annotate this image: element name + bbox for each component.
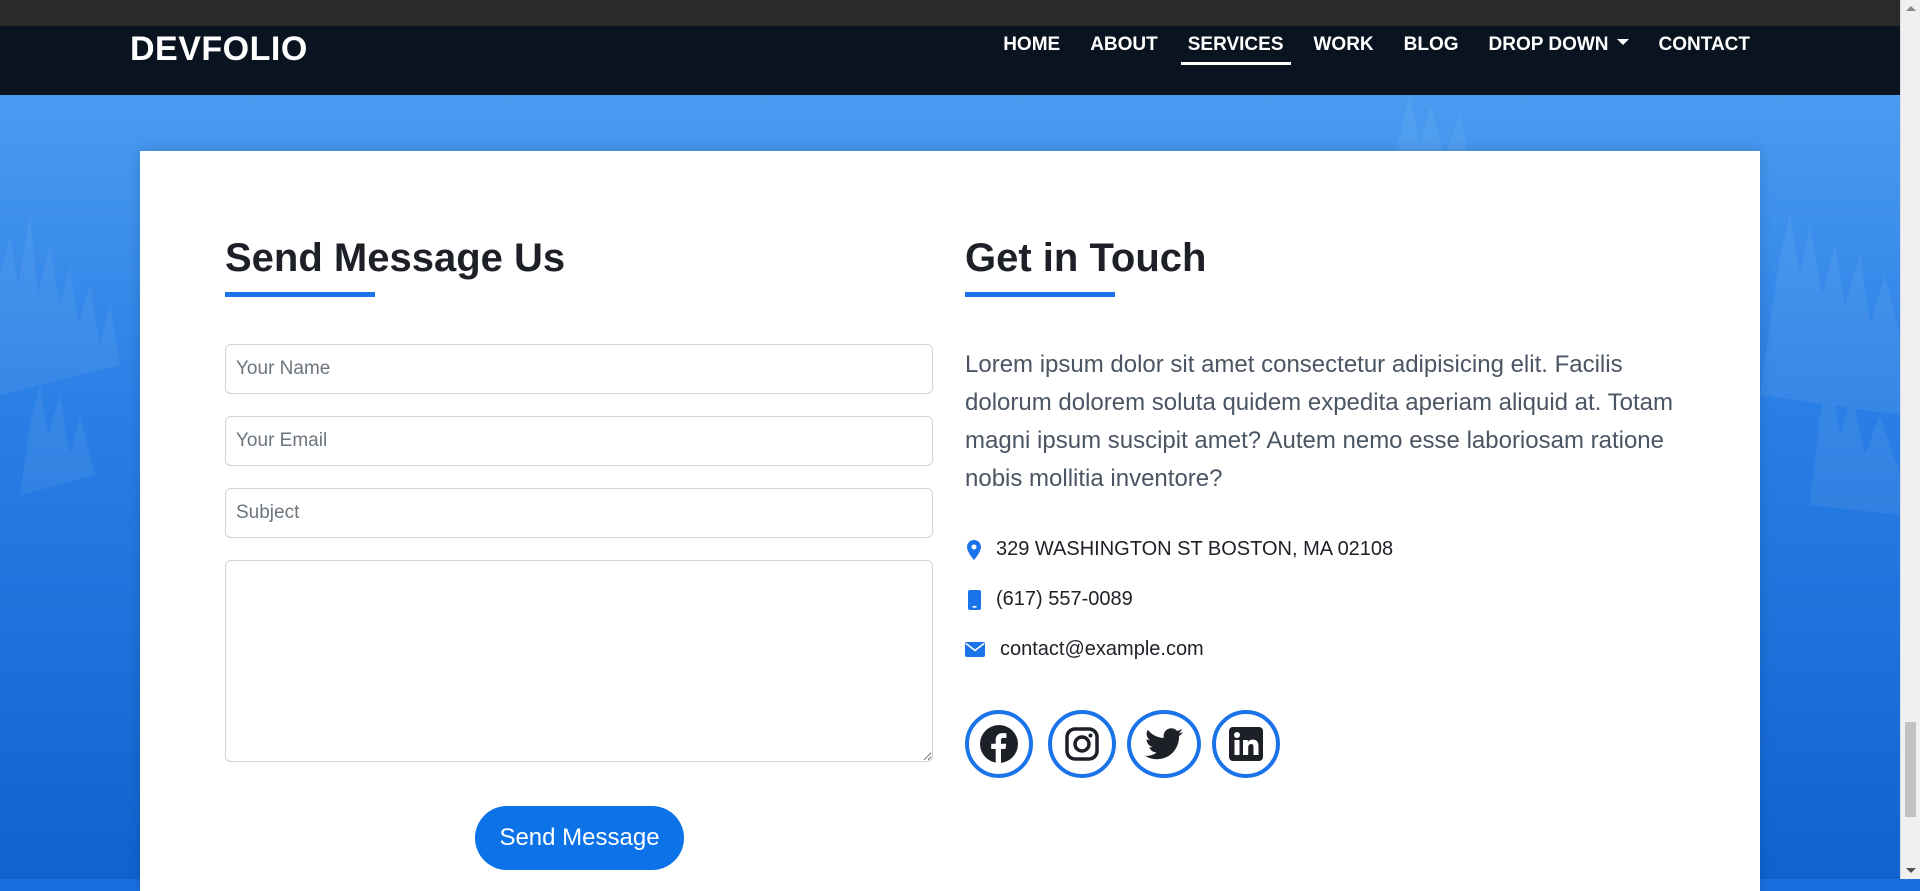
- scroll-up-icon[interactable]: [1906, 6, 1916, 11]
- scroll-thumb[interactable]: [1905, 722, 1916, 817]
- nav-blog[interactable]: BLOG: [1404, 34, 1459, 62]
- nav-home[interactable]: HOME: [1003, 34, 1060, 62]
- email-row: contact@example.com: [965, 638, 1204, 661]
- nav-contact[interactable]: CONTACT: [1659, 34, 1750, 62]
- address-text: 329 WASHINGTON ST BOSTON, MA 02108: [996, 538, 1394, 560]
- subject-input[interactable]: [225, 488, 933, 538]
- twitter-button[interactable]: [1127, 710, 1201, 778]
- nav-about[interactable]: ABOUT: [1090, 34, 1158, 62]
- name-input[interactable]: [225, 344, 933, 394]
- instagram-icon: [1065, 727, 1099, 761]
- facebook-button[interactable]: [965, 710, 1033, 778]
- linkedin-icon: [1229, 727, 1263, 761]
- send-message-button[interactable]: Send Message: [475, 806, 684, 870]
- phone-row: (617) 557-0089: [965, 588, 1133, 611]
- email-input[interactable]: [225, 416, 933, 466]
- scroll-down-icon[interactable]: [1906, 868, 1916, 873]
- instagram-button[interactable]: [1048, 710, 1116, 778]
- caret-down-icon: [1616, 38, 1629, 45]
- nav-dropdown-label: DROP DOWN: [1488, 34, 1609, 55]
- message-textarea[interactable]: [225, 560, 933, 762]
- get-in-touch-heading: Get in Touch: [965, 236, 1207, 280]
- envelope-icon: [965, 639, 985, 661]
- email-text[interactable]: contact@example.com: [1000, 638, 1204, 661]
- send-message-heading: Send Message Us: [225, 236, 566, 280]
- phone-icon: [965, 589, 983, 611]
- navbar: DEVFOLIO HOME ABOUT SERVICES WORK BLOG D…: [0, 26, 1900, 95]
- brand-logo[interactable]: DEVFOLIO: [130, 30, 308, 69]
- browser-top-strip: [0, 0, 1900, 26]
- map-marker-icon: [965, 539, 983, 561]
- twitter-icon: [1145, 728, 1183, 760]
- contact-description: Lorem ipsum dolor sit amet consectetur a…: [965, 351, 1673, 492]
- linkedin-button[interactable]: [1212, 710, 1280, 778]
- facebook-icon: [980, 725, 1018, 763]
- page-scrollbar[interactable]: [1900, 0, 1920, 879]
- nav-menu: HOME ABOUT SERVICES WORK BLOG DROP DOWN …: [973, 34, 1750, 65]
- address-row: 329 WASHINGTON ST BOSTON, MA 02108: [965, 538, 1393, 561]
- heading-underline: [965, 292, 1115, 297]
- nav-services[interactable]: SERVICES: [1180, 34, 1291, 65]
- phone-text: (617) 557-0089: [996, 588, 1133, 610]
- heading-underline: [225, 292, 375, 297]
- nav-dropdown[interactable]: DROP DOWN: [1489, 34, 1629, 62]
- nav-work[interactable]: WORK: [1314, 34, 1374, 62]
